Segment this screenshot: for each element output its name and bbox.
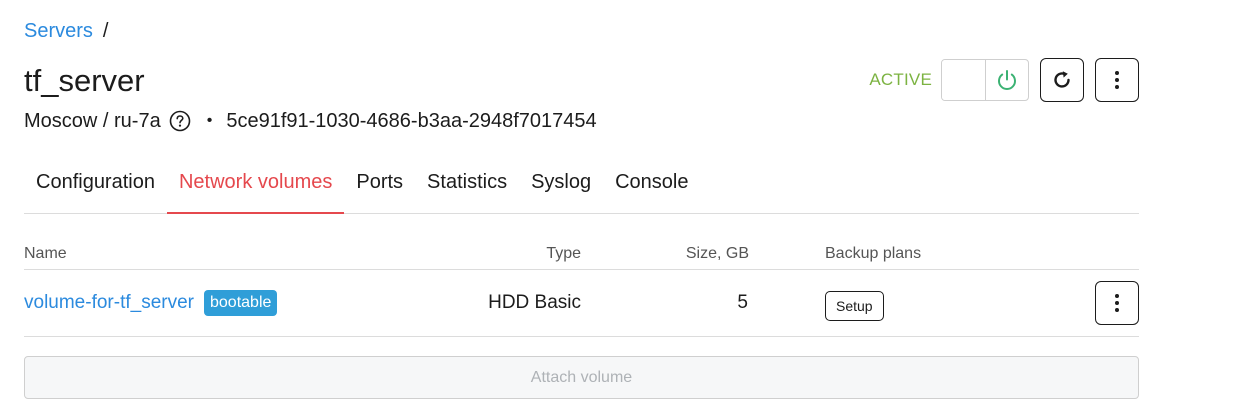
breadcrumb: Servers / <box>24 19 108 43</box>
table-row: volume-for-tf_server bootable HDD Basic … <box>24 270 1139 337</box>
power-icon <box>998 70 1016 90</box>
more-vertical-icon <box>1115 294 1119 312</box>
reload-button[interactable] <box>1040 58 1084 102</box>
column-header-name: Name <box>24 245 67 262</box>
tab-ports[interactable]: Ports <box>344 162 415 213</box>
server-actions: ACTIVE <box>869 58 1139 102</box>
question-circle-icon[interactable] <box>169 110 191 132</box>
volume-name-link[interactable]: volume-for-tf_server <box>24 292 194 314</box>
volume-size: 5 <box>737 292 748 313</box>
server-region: Moscow / ru-7a <box>24 110 161 132</box>
volume-more-button[interactable] <box>1095 281 1139 325</box>
tab-configuration[interactable]: Configuration <box>24 162 167 213</box>
column-header-size: Size, GB <box>685 245 749 262</box>
volumes-table: Name Type Size, GB Backup plans volume-f… <box>24 240 1139 337</box>
server-id: 5ce91f91-1030-4686-b3aa-2948f7017454 <box>226 110 597 132</box>
tab-network-volumes[interactable]: Network volumes <box>166 162 345 214</box>
meta-separator: • <box>206 112 213 129</box>
server-detail-page: Servers / tf_server Moscow / ru-7a • 5ce… <box>0 0 1254 403</box>
volume-name-cell: volume-for-tf_server bootable <box>24 290 278 316</box>
column-header-backup-plans: Backup plans <box>825 245 922 262</box>
backup-setup-button[interactable]: Setup <box>825 291 884 321</box>
server-more-button[interactable] <box>1095 58 1139 102</box>
tab-statistics[interactable]: Statistics <box>415 162 519 213</box>
tab-syslog[interactable]: Syslog <box>519 162 603 213</box>
reload-icon <box>1054 71 1070 88</box>
server-meta: Moscow / ru-7a • 5ce91f91-1030-4686-b3aa… <box>24 108 597 134</box>
power-toggle[interactable] <box>941 59 1029 101</box>
bootable-badge: bootable <box>204 290 278 316</box>
column-header-type: Type <box>546 245 581 262</box>
volume-type: HDD Basic <box>488 292 581 313</box>
status-badge: ACTIVE <box>869 70 932 89</box>
page-title: tf_server <box>24 63 145 98</box>
tab-bar: Configuration Network volumes Ports Stat… <box>24 162 1139 214</box>
power-toggle-off-segment[interactable] <box>942 60 986 100</box>
breadcrumb-servers-link[interactable]: Servers <box>24 19 93 43</box>
table-header: Name Type Size, GB Backup plans <box>24 240 1139 270</box>
breadcrumb-separator: / <box>102 20 109 42</box>
attach-volume-button[interactable]: Attach volume <box>24 356 1139 399</box>
tab-console[interactable]: Console <box>603 162 700 213</box>
more-vertical-icon <box>1115 71 1119 89</box>
power-toggle-on-segment[interactable] <box>986 60 1028 100</box>
